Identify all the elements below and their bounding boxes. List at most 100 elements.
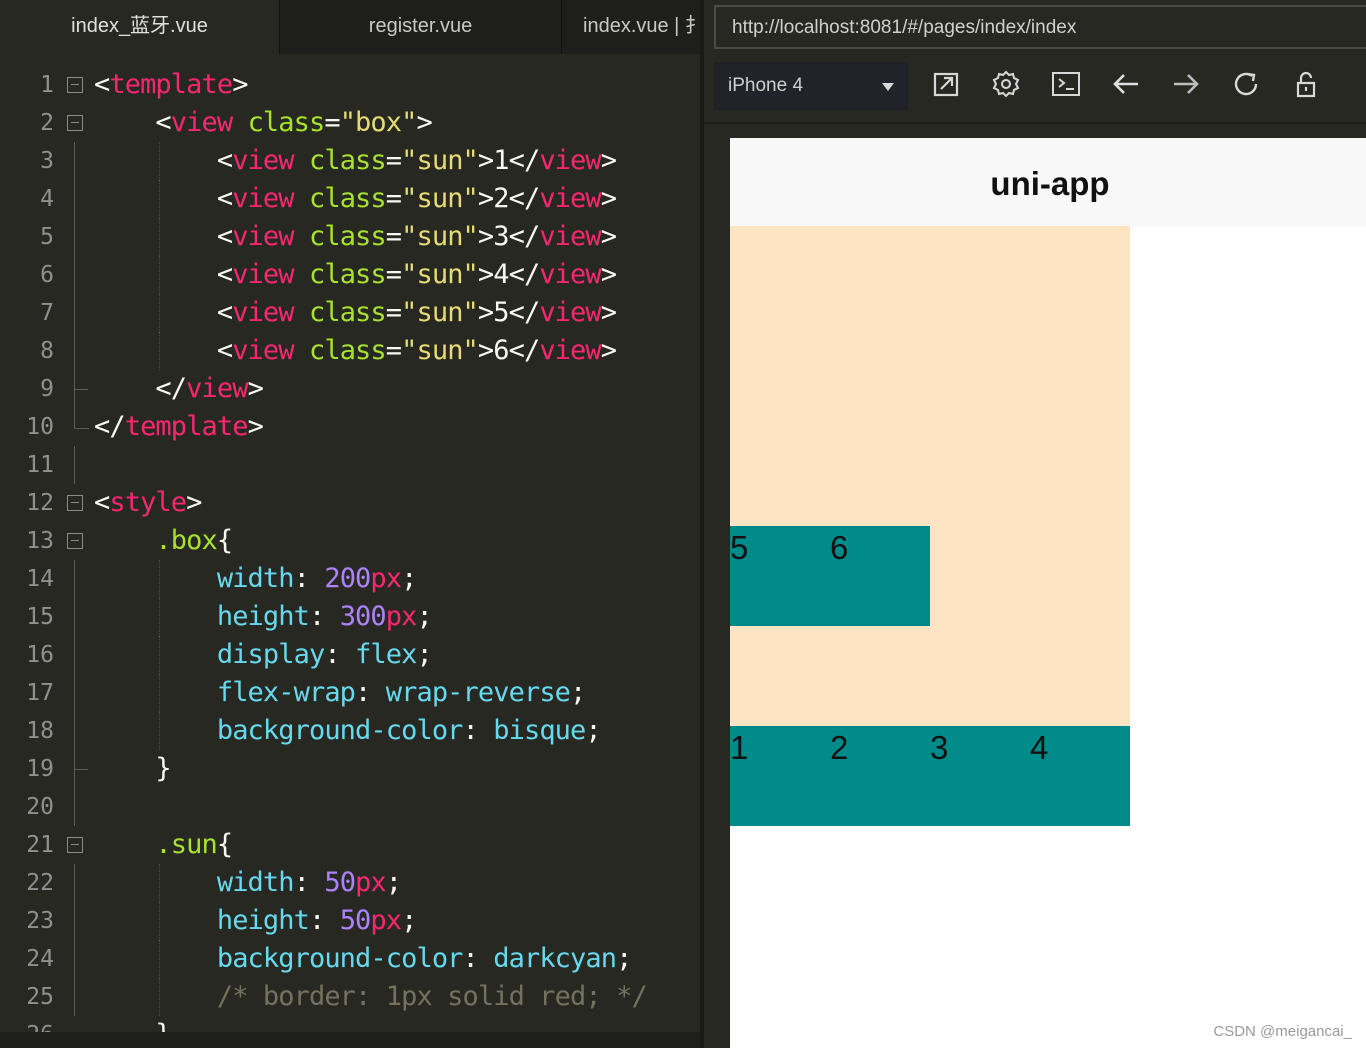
code-token: < [94,335,233,366]
fold-toggle-icon[interactable] [67,533,83,549]
fold-toggle-icon[interactable] [67,495,83,511]
code-line[interactable]: 20 [0,788,700,826]
code-editor[interactable]: index_蓝牙.vue register.vue index.vue | 扌 … [0,0,700,1048]
code-text: <view class="box"> [94,104,432,142]
code-line[interactable]: 6 <view class="sun">4</view> [0,256,700,294]
fold-guide [74,902,75,940]
url-text: http://localhost:8081/#/pages/index/inde… [732,17,1077,38]
code-token: : [462,943,494,974]
code-line[interactable]: 25 /* border: 1px solid red; */ [0,978,700,1016]
code-line[interactable]: 19 } [0,750,700,788]
code-token: > [247,373,264,404]
code-token: : [462,715,494,746]
code-token: class [308,297,387,328]
code-line[interactable]: 12 <style> [0,484,700,522]
fold-guide [74,180,75,218]
code-token: px [355,867,387,898]
code-line[interactable]: 13 .box{ [0,522,700,560]
unlock-icon[interactable] [1288,66,1324,102]
code-token: view [232,259,294,290]
code-token: ; [570,677,586,708]
sun-label: 2 [830,729,849,766]
fold-toggle-icon[interactable] [67,115,83,131]
code-line[interactable]: 9 </view> [0,370,700,408]
code-line[interactable]: 14 width: 200px; [0,560,700,598]
code-line[interactable]: 16 display: flex; [0,636,700,674]
console-icon[interactable] [1048,66,1084,102]
chevron-down-icon [882,83,894,91]
line-number: 24 [26,946,54,972]
code-line[interactable]: 21 .sun{ [0,826,700,864]
code-token: : [293,867,325,898]
forward-arrow-icon[interactable] [1168,66,1204,102]
code-line[interactable]: 17 flex-wrap: wrap-reverse; [0,674,700,712]
code-text: <style> [94,484,202,522]
code-line[interactable]: 2 <view class="box"> [0,104,700,142]
code-token: class [308,145,387,176]
code-line[interactable]: 11 [0,446,700,484]
code-text: </template> [94,408,264,446]
tab-index[interactable]: index.vue | 扌 [562,0,700,54]
line-number: 1 [40,72,54,98]
code-token: view [539,297,601,328]
code-text: background-color: darkcyan; [94,940,633,978]
code-token: > [600,297,617,328]
line-number: 5 [40,224,54,250]
code-text: width: 200px; [94,560,418,598]
line-number: 4 [40,186,54,212]
code-token: view [539,335,601,366]
device-screen[interactable]: uni-app 1 2 3 4 5 6 CSDN @meigancai_ [730,138,1366,1048]
code-line[interactable]: 5 <view class="sun">3</view> [0,218,700,256]
sun-item: 5 [730,526,830,626]
code-token: "sun" [401,183,479,214]
fold-toggle-icon[interactable] [67,837,83,853]
code-line[interactable]: 3 <view class="sun">1</view> [0,142,700,180]
code-token: > [247,411,264,442]
fold-guide [74,256,75,294]
fold-toggle-icon[interactable] [67,77,83,93]
code-token: darkcyan [493,943,617,974]
open-external-icon[interactable] [928,66,964,102]
code-line[interactable]: 4 <view class="sun">2</view> [0,180,700,218]
code-line[interactable]: 18 background-color: bisque; [0,712,700,750]
code-token: display [216,639,325,670]
code-line[interactable]: 23 height: 50px; [0,902,700,940]
tab-index-bluetooth[interactable]: index_蓝牙.vue [0,0,280,54]
code-line[interactable]: 26 } [0,1016,700,1032]
code-token: < [94,259,233,290]
line-number: 14 [26,566,54,592]
fold-guide [74,712,75,750]
code-token: < [94,69,110,100]
editor-bottom-bar [0,1032,700,1048]
editor-tab-bar: index_蓝牙.vue register.vue index.vue | 扌 [0,0,700,54]
url-bar[interactable]: http://localhost:8081/#/pages/index/inde… [714,5,1366,49]
code-line[interactable]: 22 width: 50px; [0,864,700,902]
tab-register[interactable]: register.vue [280,0,562,54]
code-area[interactable]: 1 <template> 2 <view class="box"> 3 <view c… [0,66,700,1032]
code-line[interactable]: 7 <view class="sun">5</view> [0,294,700,332]
settings-gear-icon[interactable] [988,66,1024,102]
code-line[interactable]: 1 <template> [0,66,700,104]
refresh-icon[interactable] [1228,66,1264,102]
code-token: < [94,221,233,252]
code-token: < [94,145,233,176]
code-line[interactable]: 10 </template> [0,408,700,446]
code-line[interactable]: 8 <view class="sun">6</view> [0,332,700,370]
code-token: 50 [339,905,372,936]
code-text: <view class="sun">6</view> [94,332,617,370]
code-token: ; [401,563,417,594]
code-line[interactable]: 15 height: 300px; [0,598,700,636]
code-token: view [232,335,294,366]
back-arrow-icon[interactable] [1108,66,1144,102]
code-line[interactable]: 24 background-color: darkcyan; [0,940,700,978]
device-select[interactable]: iPhone 4 [714,62,908,110]
line-number: 2 [40,110,54,136]
code-token: template [124,411,249,442]
code-token: > [600,221,617,252]
code-token: view [539,221,601,252]
